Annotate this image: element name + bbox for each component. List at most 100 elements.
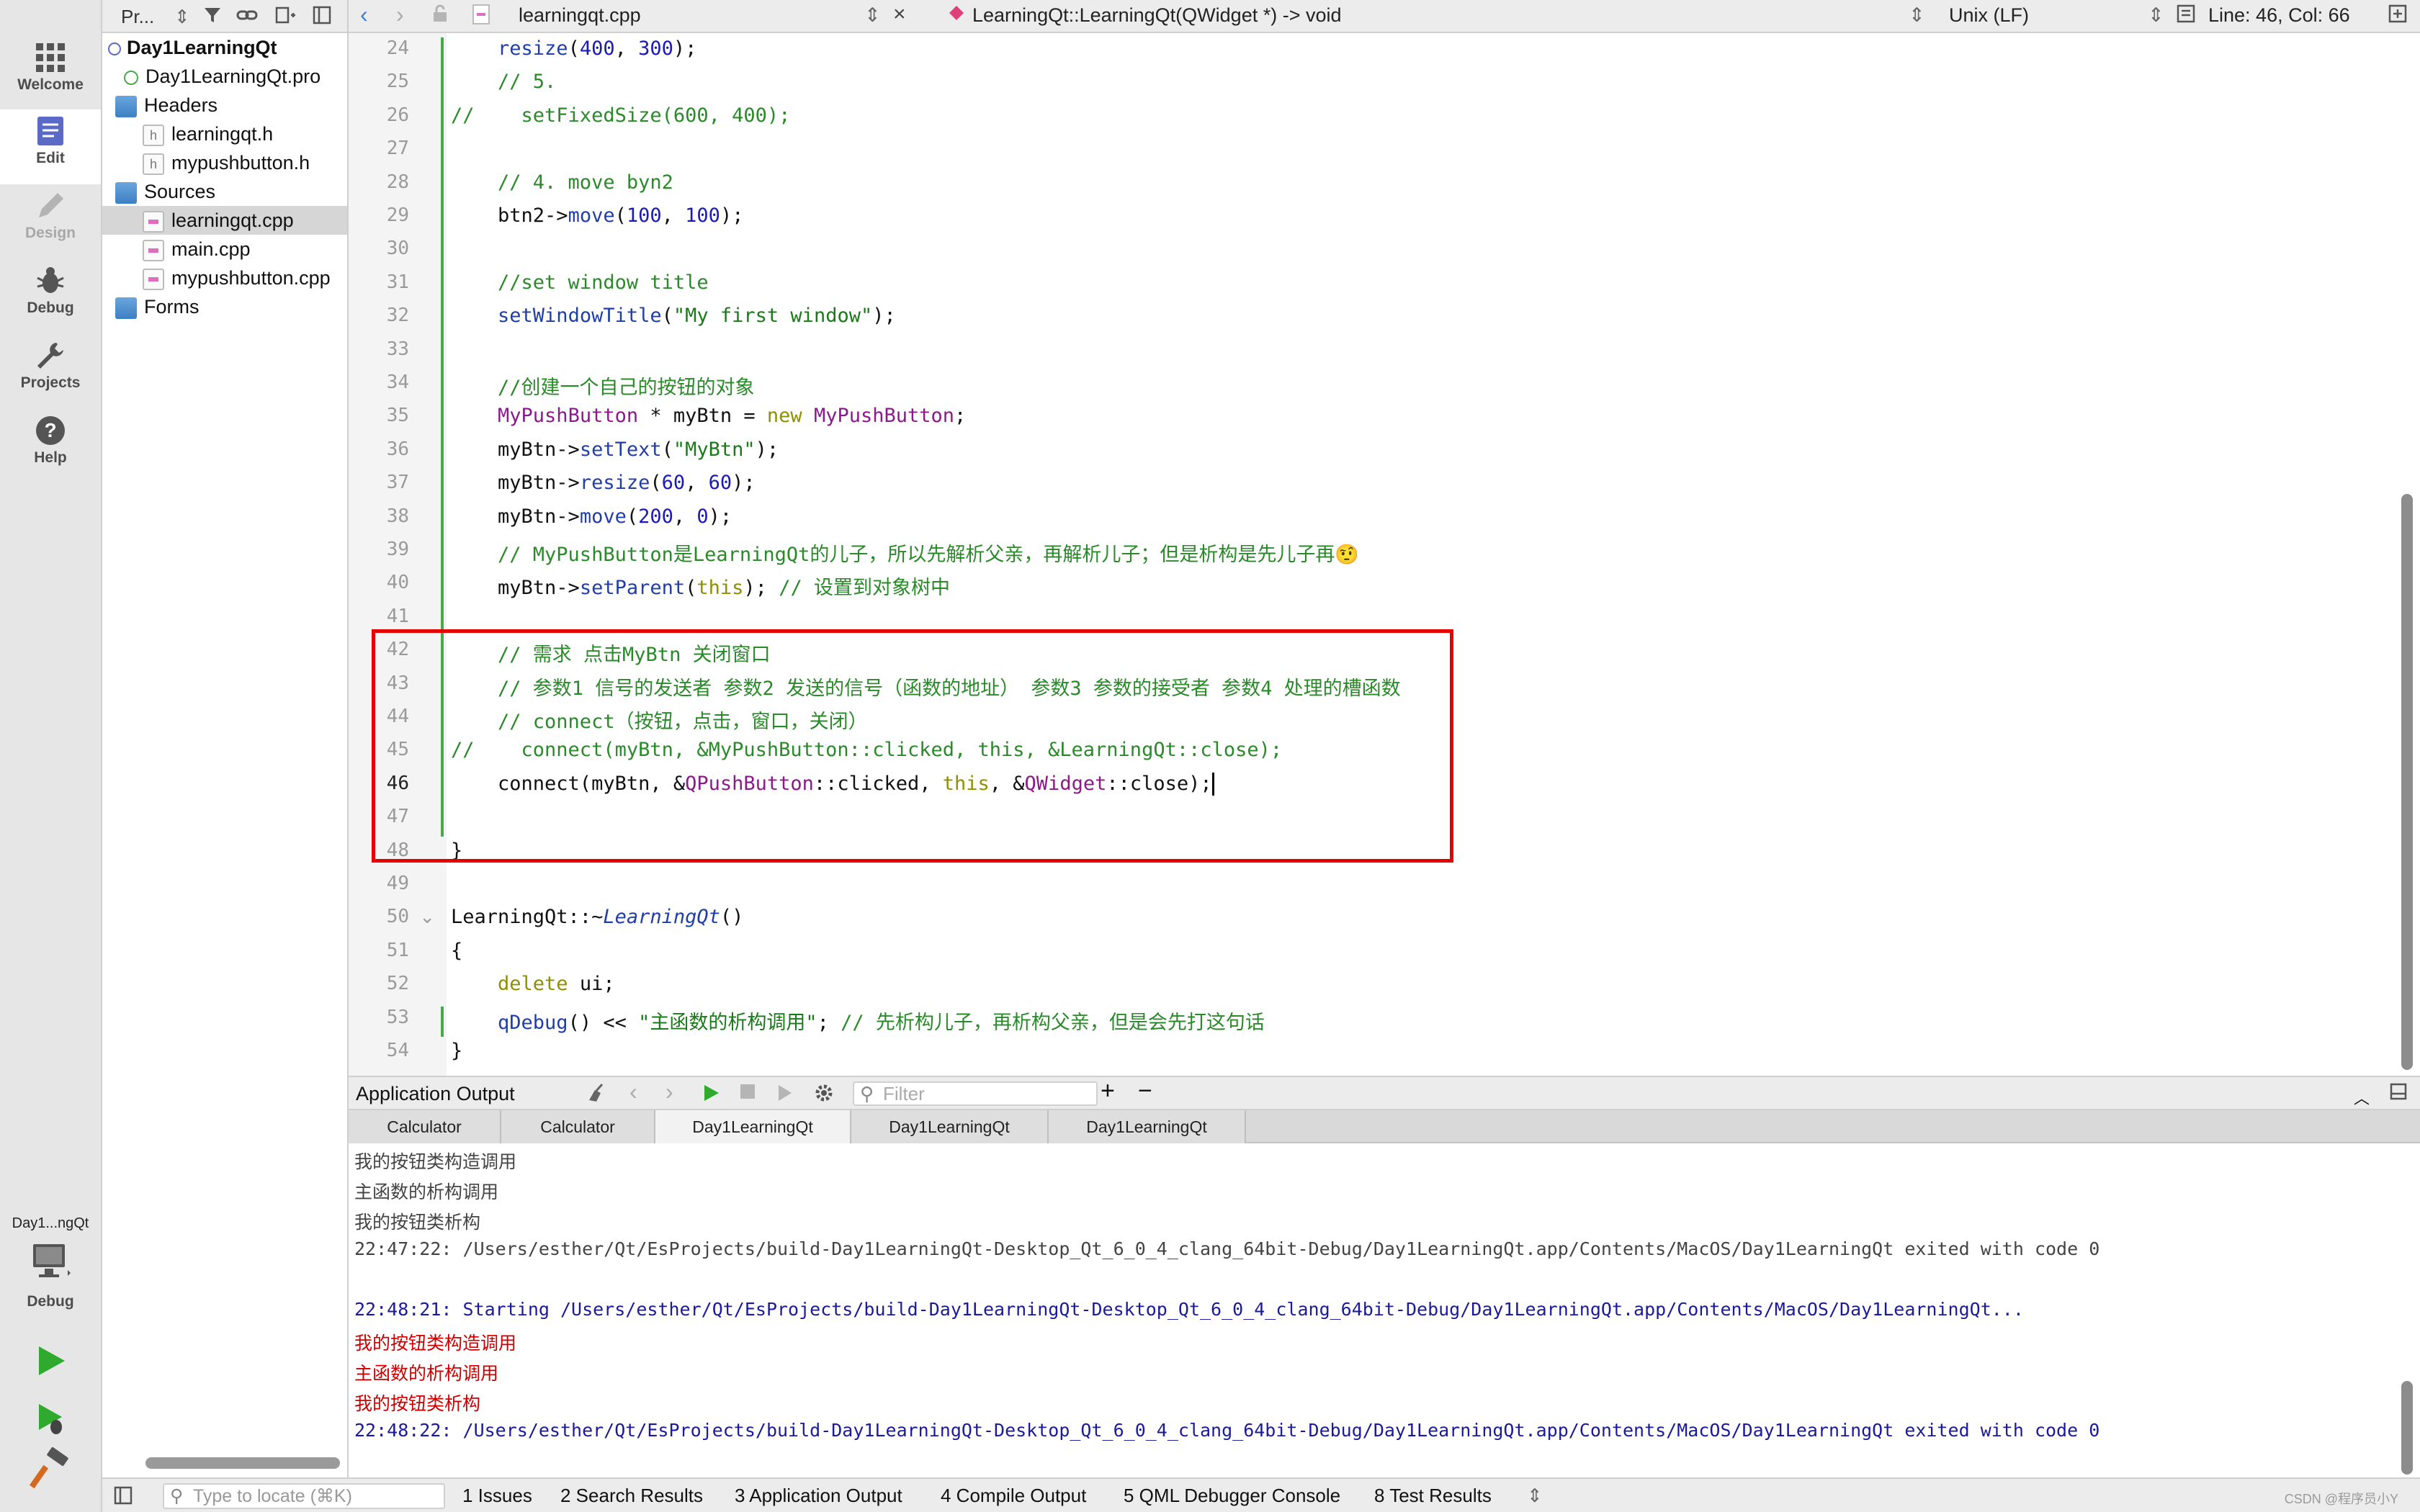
editor-vertical-scrollbar[interactable]	[2401, 494, 2413, 1070]
tree-folder-headers[interactable]: Headers	[115, 91, 218, 120]
output-line: 22:48:22: /Users/esther/Qt/EsProjects/bu…	[354, 1420, 2100, 1441]
locator-input[interactable]: ⚲ Type to locate (⌘K)	[163, 1483, 445, 1509]
tree-label: mypushbutton.cpp	[171, 267, 331, 289]
toggle-sidebar-icon[interactable]	[114, 1486, 133, 1510]
tree-item-mypushbutton-h[interactable]: h mypushbutton.h	[143, 148, 310, 177]
svg-text:?: ?	[44, 419, 56, 441]
output-tab[interactable]: Day1LearningQt	[1049, 1110, 1246, 1143]
more-panes-chevron-icon[interactable]: ⇕	[1527, 1485, 1543, 1507]
code-line: LearningQt::~LearningQt()	[451, 906, 744, 929]
project-toolbar: Pr... ⇕	[102, 0, 347, 33]
line-number: 30	[386, 238, 409, 260]
mode-label: Debug	[27, 300, 74, 316]
line-number: 53	[386, 1006, 409, 1028]
forward-arrow-icon[interactable]: ›	[396, 1, 404, 28]
wrench-icon	[0, 334, 101, 374]
current-symbol[interactable]: LearningQt::LearningQt(QWidget *) -> voi…	[972, 4, 1342, 27]
file-chooser-chevron-icon[interactable]: ⇕	[864, 4, 881, 27]
watermark: CSDN @程序员小Y	[2284, 1492, 2398, 1506]
code-line: {	[451, 939, 463, 962]
line-number-gutter: 24 25 26 27 28 29 30 31 32 33 34 35 36 37 38 39 40 41 42 43…	[349, 33, 447, 1076]
mode-edit[interactable]: Edit	[0, 109, 101, 184]
project-horizontal-scrollbar[interactable]	[145, 1457, 340, 1469]
settings-gear-icon[interactable]	[814, 1083, 834, 1108]
tree-folder-sources[interactable]: Sources	[115, 177, 215, 206]
folder-icon	[115, 181, 137, 204]
output-tab-active[interactable]: Day1LearningQt	[655, 1110, 851, 1143]
filter-placeholder: Filter	[883, 1083, 925, 1104]
run-icon[interactable]	[29, 1339, 72, 1382]
open-file-name[interactable]: learningqt.cpp	[519, 4, 641, 27]
close-file-icon[interactable]: ×	[893, 2, 906, 27]
output-tab[interactable]: Day1LearningQt	[851, 1110, 1049, 1143]
previous-item-icon[interactable]: ‹	[629, 1079, 637, 1105]
tree-label: Day1LearningQt.pro	[145, 66, 321, 87]
close-pane-icon[interactable]	[2390, 1083, 2407, 1105]
tree-item-mypushbutton-cpp[interactable]: mypushbutton.cpp	[143, 264, 331, 292]
pane-tab-compile-output[interactable]: 4 Compile Output	[941, 1485, 1086, 1507]
monitor-icon[interactable]	[29, 1243, 72, 1283]
back-arrow-icon[interactable]: ‹	[360, 1, 368, 28]
output-tab[interactable]: Calculator	[501, 1110, 655, 1143]
debug-run-icon[interactable]	[29, 1397, 72, 1440]
mode-welcome[interactable]: Welcome	[0, 36, 101, 111]
line-number: 32	[386, 305, 409, 327]
output-filter-input[interactable]: ⚲ Filter	[853, 1081, 1098, 1106]
document-icon	[0, 109, 101, 150]
pane-tab-issues[interactable]: 1 Issues	[462, 1485, 532, 1507]
line-number: 38	[386, 505, 409, 527]
line-number: 26	[386, 104, 409, 126]
tree-item-learningqt-cpp[interactable]: learningqt.cpp	[102, 206, 347, 235]
tree-label: learningqt.cpp	[171, 210, 294, 231]
lock-icon[interactable]	[432, 4, 448, 28]
attach-debugger-icon[interactable]	[776, 1083, 795, 1108]
tree-project-root[interactable]: Day1LearningQt	[102, 33, 347, 62]
stop-icon[interactable]	[739, 1083, 756, 1105]
rerun-icon[interactable]	[702, 1083, 720, 1108]
next-item-icon[interactable]: ›	[666, 1079, 673, 1105]
tree-item-main-cpp[interactable]: main.cpp	[143, 235, 251, 264]
pane-tab-application-output[interactable]: 3 Application Output	[735, 1485, 902, 1507]
chevron-updown-icon[interactable]: ⇕	[174, 6, 190, 28]
link-icon[interactable]	[236, 6, 258, 30]
code-line: myBtn->setText("MyBtn");	[451, 438, 779, 461]
line-ending-chevron-icon[interactable]: ⇕	[2148, 4, 2164, 27]
mode-design[interactable]: Design	[0, 184, 101, 259]
output-tab[interactable]: Calculator	[349, 1110, 501, 1143]
application-output-log[interactable]: 我的按钮类构造调用 主函数的析构调用 我的按钮类析构 22:47:22: /Users…	[349, 1143, 2420, 1477]
output-vertical-scrollbar[interactable]	[2401, 1381, 2413, 1475]
status-bar: ⚲ Type to locate (⌘K) 1 Issues 2 Search …	[102, 1477, 2420, 1512]
fold-chevron-icon[interactable]: ⌄	[418, 906, 435, 928]
tree-item-learningqt-h[interactable]: h learningqt.h	[143, 120, 273, 148]
project-panel: Pr... ⇕ Day1LearningQt Day1LearningQt.pr…	[102, 0, 349, 1477]
outline-icon[interactable]	[2177, 4, 2195, 28]
pane-tab-search-results[interactable]: 2 Search Results	[560, 1485, 703, 1507]
mode-projects[interactable]: Projects	[0, 334, 101, 409]
line-number: 41	[386, 605, 409, 627]
close-sidebar-icon[interactable]	[313, 6, 331, 30]
code-editor[interactable]: 24 25 26 27 28 29 30 31 32 33 34 35 36 37 38 39 40 41 42 43…	[349, 33, 2420, 1076]
split-editor-icon[interactable]	[2388, 4, 2407, 28]
filter-icon[interactable]	[203, 6, 222, 30]
line-ending-selector[interactable]: Unix (LF)	[1949, 4, 2029, 27]
zoom-out-icon[interactable]: −	[1138, 1077, 1152, 1105]
mode-debug[interactable]: Debug	[0, 259, 101, 334]
project-view-selector[interactable]: Pr...	[121, 6, 154, 28]
build-hammer-icon[interactable]	[29, 1447, 72, 1490]
pane-tab-qml-debugger-console[interactable]: 5 QML Debugger Console	[1124, 1485, 1340, 1507]
line-number: 40	[386, 572, 409, 594]
maximize-pane-icon[interactable]: ︿	[2354, 1086, 2370, 1109]
split-icon[interactable]	[275, 6, 297, 30]
pane-tab-test-results[interactable]: 8 Test Results	[1374, 1485, 1492, 1507]
kit-build-mode: Debug	[27, 1293, 74, 1310]
mode-help[interactable]: ? Help	[0, 409, 101, 484]
line-number: 24	[386, 37, 409, 59]
zoom-in-icon[interactable]: +	[1101, 1077, 1115, 1105]
tree-folder-forms[interactable]: Forms	[115, 292, 200, 321]
symbol-chooser-chevron-icon[interactable]: ⇕	[1909, 4, 1925, 27]
project-icon	[108, 42, 121, 55]
tree-item-pro-file[interactable]: Day1LearningQt.pro	[124, 62, 321, 91]
folder-icon	[115, 297, 137, 319]
clear-output-icon[interactable]	[586, 1083, 606, 1108]
cursor-position[interactable]: Line: 46, Col: 66	[2208, 4, 2350, 27]
